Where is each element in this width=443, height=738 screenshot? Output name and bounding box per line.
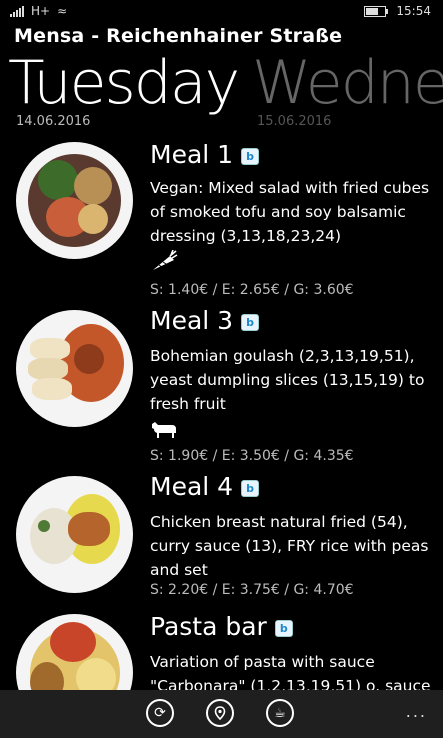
refresh-button[interactable]: ⟳ — [146, 699, 174, 727]
meal-title: Meal 1b — [150, 140, 260, 169]
list-item[interactable]: Meal 3b Bohemian goulash (2,3,13,19,51),… — [0, 306, 443, 472]
meal-description: Chicken breast natural fried (54), curry… — [150, 513, 429, 579]
pivot-date-active: 14.06.2016 — [16, 114, 91, 129]
meal-list[interactable]: Meal 1b Vegan: Mixed salad with fried cu… — [0, 138, 443, 690]
pivot-tab-tuesday[interactable]: Tuesday — [8, 48, 240, 118]
status-bar: H+ ≈ 15:54 — [0, 0, 443, 24]
meal-title: Pasta bar b — [150, 612, 293, 641]
meal-price: S: 2.20€ / E: 3.75€ / G: 4.70€ — [150, 582, 354, 598]
bio-badge-icon: b — [274, 620, 293, 637]
signal-strength-icon — [10, 5, 24, 17]
data-transfer-icon: ≈ — [57, 4, 68, 18]
pivot-date-next: 15.06.2016 — [257, 114, 332, 129]
meal-photo — [16, 476, 133, 593]
meal-title: Meal 4b — [150, 472, 260, 501]
list-item[interactable]: Pasta bar b Variation of pasta with sauce… — [0, 612, 443, 690]
meal-price: S: 1.40€ / E: 2.65€ / G: 3.60€ — [150, 282, 354, 298]
meal-photo — [16, 142, 133, 259]
meal-photo — [16, 614, 133, 690]
more-options-button[interactable]: ... — [406, 702, 427, 721]
meal-photo — [16, 310, 133, 427]
app-title: Mensa - Reichenhainer Straße — [14, 25, 343, 47]
refresh-icon: ⟳ — [154, 705, 166, 721]
meal-title: Meal 3b — [150, 306, 260, 335]
carrot-icon — [153, 250, 178, 270]
pivot-header: Tuesday Wedne 14.06.2016 15.06.2016 — [0, 48, 443, 138]
pivot-tab-wednesday[interactable]: Wedne — [252, 48, 443, 118]
meal-description: Variation of pasta with sauce "Carbonara… — [150, 653, 431, 690]
network-type: H+ — [31, 4, 51, 18]
bio-badge-icon: b — [241, 148, 260, 165]
bio-badge-icon: b — [241, 480, 260, 497]
meal-description: Vegan: Mixed salad with fried cubes of s… — [150, 179, 430, 245]
battery-icon — [364, 5, 389, 17]
coffee-button[interactable]: ☕ — [266, 699, 294, 727]
meal-price: S: 1.90€ / E: 3.50€ / G: 4.35€ — [150, 448, 354, 464]
location-button[interactable] — [206, 699, 234, 727]
bio-badge-icon: b — [241, 314, 260, 331]
list-item[interactable]: Meal 1b Vegan: Mixed salad with fried cu… — [0, 138, 443, 306]
map-pin-icon — [214, 706, 226, 720]
clock: 15:54 — [396, 4, 431, 18]
list-item[interactable]: Meal 4b Chicken breast natural fried (54… — [0, 472, 443, 612]
meal-description: Bohemian goulash (2,3,13,19,51), yeast d… — [150, 347, 425, 413]
app-bar: ⟳ ☕ ... — [0, 690, 443, 738]
coffee-cup-icon: ☕ — [274, 705, 286, 721]
cow-icon — [152, 422, 176, 438]
